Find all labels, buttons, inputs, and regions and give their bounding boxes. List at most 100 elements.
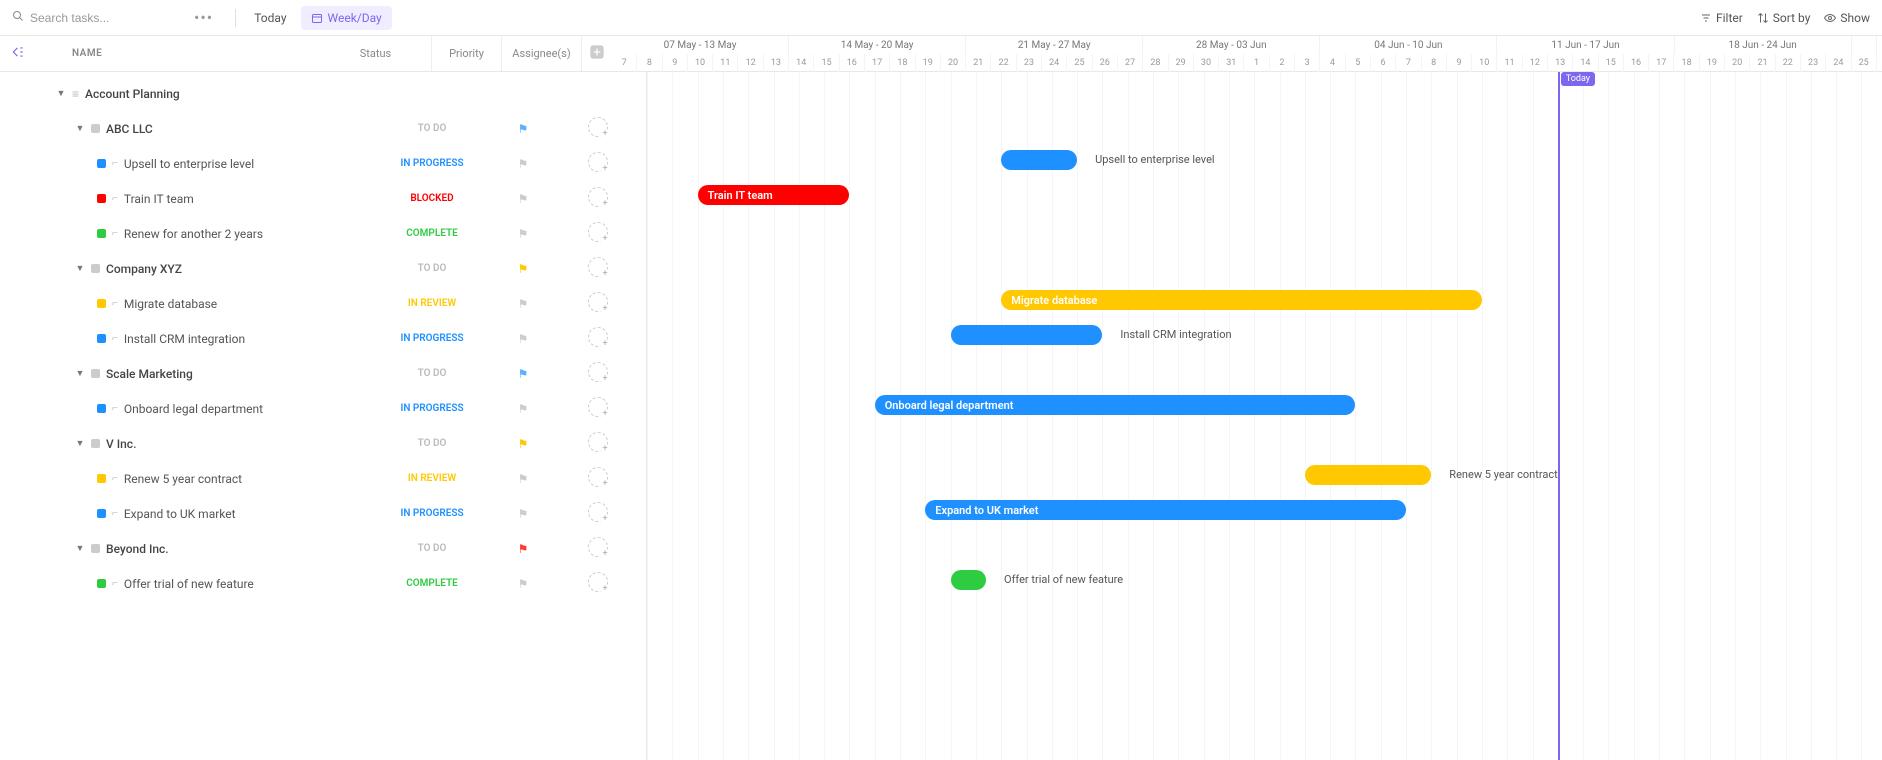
- assignee-cell[interactable]: [558, 362, 638, 385]
- priority-cell[interactable]: ⚑: [488, 542, 558, 556]
- gantt-bar[interactable]: [951, 325, 1103, 345]
- assignee-cell[interactable]: [558, 432, 638, 455]
- flag-icon[interactable]: ⚑: [518, 542, 529, 556]
- task-row[interactable]: ⌐ Offer trial of new feature COMPLETE ⚑: [0, 566, 646, 601]
- assignee-cell[interactable]: [558, 537, 638, 560]
- assignee-cell[interactable]: [558, 467, 638, 490]
- status-square[interactable]: [97, 474, 106, 483]
- status-cell[interactable]: TO DO: [376, 123, 488, 134]
- flag-icon[interactable]: ⚑: [518, 437, 529, 451]
- flag-icon[interactable]: ⚑: [518, 297, 529, 311]
- gantt-bar[interactable]: Migrate database: [1001, 290, 1482, 310]
- priority-cell[interactable]: ⚑: [488, 507, 558, 521]
- group-row[interactable]: ▼ ABC LLC TO DO ⚑: [0, 111, 646, 146]
- status-cell[interactable]: TO DO: [376, 438, 488, 449]
- status-square[interactable]: [91, 439, 100, 448]
- assignee-cell[interactable]: [558, 327, 638, 350]
- weekday-button[interactable]: Week/Day: [301, 6, 392, 30]
- priority-cell[interactable]: ⚑: [488, 262, 558, 276]
- collapse-sidebar-icon[interactable]: [0, 45, 36, 63]
- flag-icon[interactable]: ⚑: [518, 507, 529, 521]
- status-cell[interactable]: TO DO: [376, 263, 488, 274]
- status-square[interactable]: [97, 334, 106, 343]
- assignee-placeholder[interactable]: [588, 222, 608, 242]
- task-row[interactable]: ⌐ Onboard legal department IN PROGRESS ⚑: [0, 391, 646, 426]
- caret-icon[interactable]: ▼: [75, 263, 85, 274]
- flag-icon[interactable]: ⚑: [518, 192, 529, 206]
- gantt-bar[interactable]: [951, 570, 986, 590]
- search-input[interactable]: [30, 11, 160, 25]
- assignee-placeholder[interactable]: [588, 572, 608, 592]
- add-column-button[interactable]: [582, 44, 612, 64]
- group-row[interactable]: ▼ Company XYZ TO DO ⚑: [0, 251, 646, 286]
- gantt-timeline[interactable]: Today Upsell to enterprise levelTrain IT…: [647, 72, 1882, 760]
- priority-cell[interactable]: ⚑: [488, 472, 558, 486]
- status-cell[interactable]: IN PROGRESS: [376, 508, 488, 519]
- status-cell[interactable]: COMPLETE: [376, 228, 488, 239]
- flag-icon[interactable]: ⚑: [518, 332, 529, 346]
- caret-icon[interactable]: ▼: [75, 438, 85, 449]
- assignee-placeholder[interactable]: [588, 397, 608, 417]
- sortby-button[interactable]: Sort by: [1757, 11, 1811, 25]
- task-row[interactable]: ⌐ Renew for another 2 years COMPLETE ⚑: [0, 216, 646, 251]
- caret-icon[interactable]: ▼: [75, 123, 85, 134]
- gantt-bar[interactable]: Expand to UK market: [925, 500, 1406, 520]
- priority-cell[interactable]: ⚑: [488, 227, 558, 241]
- status-square[interactable]: [97, 194, 106, 203]
- priority-cell[interactable]: ⚑: [488, 437, 558, 451]
- task-row[interactable]: ⌐ Train IT team BLOCKED ⚑: [0, 181, 646, 216]
- today-button[interactable]: Today: [246, 7, 294, 29]
- group-row[interactable]: ▼ Scale Marketing TO DO ⚑: [0, 356, 646, 391]
- status-square[interactable]: [91, 264, 100, 273]
- status-cell[interactable]: IN PROGRESS: [376, 333, 488, 344]
- assignee-cell[interactable]: [558, 292, 638, 315]
- assignee-cell[interactable]: [558, 257, 638, 280]
- gantt-bar[interactable]: [1305, 465, 1432, 485]
- priority-cell[interactable]: ⚑: [488, 157, 558, 171]
- assignee-placeholder[interactable]: [588, 117, 608, 137]
- status-cell[interactable]: TO DO: [376, 543, 488, 554]
- assignee-cell[interactable]: [558, 152, 638, 175]
- assignee-placeholder[interactable]: [588, 292, 608, 312]
- filter-button[interactable]: Filter: [1700, 11, 1743, 25]
- status-square[interactable]: [97, 229, 106, 238]
- assignee-cell[interactable]: [558, 117, 638, 140]
- caret-icon[interactable]: ▼: [75, 368, 85, 379]
- assignee-placeholder[interactable]: [588, 257, 608, 277]
- status-cell[interactable]: BLOCKED: [376, 193, 488, 204]
- group-row[interactable]: ▼ Beyond Inc. TO DO ⚑: [0, 531, 646, 566]
- status-square[interactable]: [91, 544, 100, 553]
- status-cell[interactable]: IN PROGRESS: [376, 158, 488, 169]
- assignee-cell[interactable]: [558, 572, 638, 595]
- assignee-placeholder[interactable]: [588, 537, 608, 557]
- assignee-cell[interactable]: [558, 502, 638, 525]
- task-row[interactable]: ⌐ Expand to UK market IN PROGRESS ⚑: [0, 496, 646, 531]
- flag-icon[interactable]: ⚑: [518, 367, 529, 381]
- assignee-cell[interactable]: [558, 187, 638, 210]
- flag-icon[interactable]: ⚑: [518, 472, 529, 486]
- caret-icon[interactable]: ▼: [75, 543, 85, 554]
- assignee-cell[interactable]: [558, 397, 638, 420]
- show-button[interactable]: Show: [1824, 11, 1870, 25]
- flag-icon[interactable]: ⚑: [518, 157, 529, 171]
- status-square[interactable]: [97, 509, 106, 518]
- priority-cell[interactable]: ⚑: [488, 402, 558, 416]
- status-cell[interactable]: IN PROGRESS: [376, 403, 488, 414]
- task-row[interactable]: ⌐ Migrate database IN REVIEW ⚑: [0, 286, 646, 321]
- priority-cell[interactable]: ⚑: [488, 577, 558, 591]
- status-square[interactable]: [91, 369, 100, 378]
- flag-icon[interactable]: ⚑: [518, 227, 529, 241]
- flag-icon[interactable]: ⚑: [518, 262, 529, 276]
- task-row[interactable]: ⌐ Upsell to enterprise level IN PROGRESS…: [0, 146, 646, 181]
- assignee-placeholder[interactable]: [588, 432, 608, 452]
- caret-icon[interactable]: ▼: [56, 88, 66, 99]
- more-icon[interactable]: •••: [194, 8, 213, 27]
- status-cell[interactable]: IN REVIEW: [376, 298, 488, 309]
- status-square[interactable]: [97, 404, 106, 413]
- status-cell[interactable]: COMPLETE: [376, 578, 488, 589]
- task-row[interactable]: ⌐ Install CRM integration IN PROGRESS ⚑: [0, 321, 646, 356]
- assignee-placeholder[interactable]: [588, 502, 608, 522]
- gantt-bar[interactable]: Train IT team: [698, 185, 850, 205]
- assignee-placeholder[interactable]: [588, 152, 608, 172]
- flag-icon[interactable]: ⚑: [518, 122, 529, 136]
